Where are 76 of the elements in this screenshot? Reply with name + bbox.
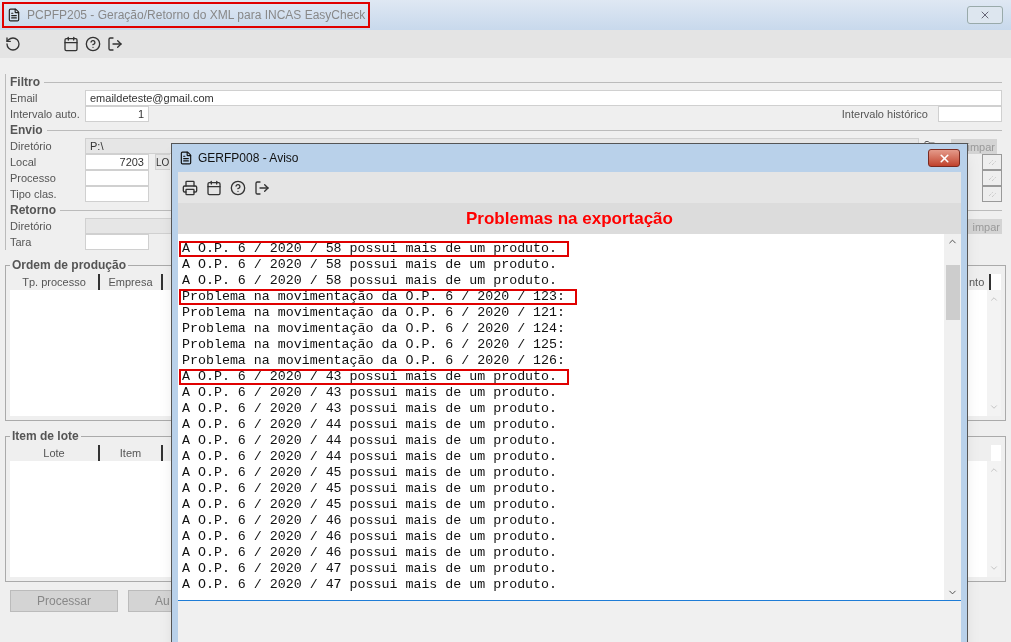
message-line: A O.P. 6 / 2020 / 43 possui mais de um produto. — [181, 385, 559, 401]
column-header[interactable]: Tp. processo — [10, 274, 100, 290]
field-label: Diretório — [10, 219, 53, 234]
column-header[interactable]: Empresa — [100, 274, 163, 290]
input-field[interactable] — [85, 170, 149, 186]
field-label: Local — [10, 155, 38, 170]
dots-icon — [987, 174, 997, 182]
message-line: A O.P. 6 / 2020 / 47 possui mais de um produto. — [181, 561, 559, 577]
help-icon[interactable] — [85, 36, 101, 52]
undo-icon[interactable] — [5, 36, 21, 52]
message-line: A O.P. 6 / 2020 / 45 possui mais de um produto. — [181, 465, 559, 481]
message-line: A O.P. 6 / 2020 / 58 possui mais de um produto. — [181, 257, 559, 273]
lookup-button[interactable] — [982, 186, 1002, 202]
input-field[interactable]: 1 — [85, 106, 149, 122]
document-icon — [7, 8, 21, 22]
scrollbar[interactable] — [987, 290, 1001, 416]
message-line: Problema na movimentação da O.P. 6 / 2020 / 125: — [181, 337, 566, 353]
field-label: Intervalo histórico — [841, 107, 928, 122]
column-header[interactable]: Lote — [10, 445, 100, 461]
message-line: A O.P. 6 / 2020 / 46 possui mais de um produto. — [181, 513, 559, 529]
message-line: Problema na movimentação da O.P. 6 / 2020 / 126: — [181, 353, 566, 369]
message-line: A O.P. 6 / 2020 / 46 possui mais de um produto. — [181, 545, 559, 561]
help-icon[interactable] — [230, 179, 246, 196]
section-heading: Retorno — [10, 202, 56, 219]
message-line: A O.P. 6 / 2020 / 43 possui mais de um produto. — [181, 401, 559, 417]
input-field[interactable]: emaildeteste@gmail.com — [85, 90, 1002, 106]
lookup-button[interactable] — [982, 170, 1002, 186]
column-header[interactable]: Item — [100, 445, 163, 461]
dots-icon — [987, 158, 997, 166]
message-line: A O.P. 6 / 2020 / 44 possui mais de um produto. — [181, 449, 559, 465]
dialog-heading: Problemas na exportação — [466, 207, 673, 230]
window-title: PCPFP205 - Geração/Retorno do XML para INCAS EasyCheck — [2, 2, 371, 28]
scroll-up-icon — [989, 465, 999, 475]
input-field[interactable] — [938, 106, 1002, 122]
field-label: Email — [10, 91, 39, 106]
calendar-icon[interactable] — [206, 179, 222, 196]
message-line: A O.P. 6 / 2020 / 46 possui mais de um produto. — [181, 529, 559, 545]
calendar-icon[interactable] — [63, 36, 79, 52]
close-button[interactable] — [928, 149, 960, 167]
dots-icon — [987, 190, 997, 198]
dialog-title: GERFP008 - Aviso — [198, 150, 299, 167]
message-line: A O.P. 6 / 2020 / 44 possui mais de um produto. — [181, 433, 559, 449]
field-label: Tipo clas. — [10, 187, 58, 202]
scrollbar[interactable] — [987, 461, 1001, 577]
message-line: A O.P. 6 / 2020 / 47 possui mais de um produto. — [181, 577, 559, 593]
section-heading: Envio — [10, 122, 43, 139]
scroll-down-icon — [989, 402, 999, 412]
input-field[interactable]: 7203 — [85, 154, 149, 170]
close-icon — [979, 9, 991, 21]
input-field[interactable]: LO — [155, 154, 170, 170]
scroll-down-icon — [989, 563, 999, 573]
message-line: A O.P. 6 / 2020 / 45 possui mais de um produto. — [181, 497, 559, 513]
input-field[interactable] — [85, 234, 149, 250]
message-line: A O.P. 6 / 2020 / 45 possui mais de um produto. — [181, 481, 559, 497]
message-line: Problema na movimentação da O.P. 6 / 2020 / 121: — [181, 305, 566, 321]
lookup-button[interactable] — [982, 154, 1002, 170]
close-icon — [937, 151, 951, 165]
input-field[interactable] — [85, 186, 149, 202]
scrollbar[interactable] — [944, 234, 961, 600]
message-line: A O.P. 6 / 2020 / 44 possui mais de um produto. — [181, 417, 559, 433]
group-title: Item de lote — [11, 428, 80, 445]
scroll-thumb[interactable] — [945, 264, 960, 320]
exit-icon[interactable] — [254, 179, 270, 196]
field-label: Intervalo auto. — [10, 107, 81, 122]
exit-icon[interactable] — [107, 36, 123, 52]
field-label: Processo — [10, 171, 57, 186]
field-label: Diretório — [10, 139, 53, 154]
field-label: Tara — [10, 235, 33, 250]
scroll-up-icon — [989, 294, 999, 304]
message-line: Problema na movimentação da O.P. 6 / 2020 / 124: — [181, 321, 566, 337]
column-header[interactable]: nto — [969, 274, 991, 290]
message-line: A O.P. 6 / 2020 / 58 possui mais de um produto. — [181, 273, 559, 289]
section-heading: Filtro — [10, 74, 40, 91]
group-title: Ordem de produção — [11, 257, 128, 274]
document-icon — [179, 151, 193, 165]
print-icon[interactable] — [182, 179, 198, 196]
